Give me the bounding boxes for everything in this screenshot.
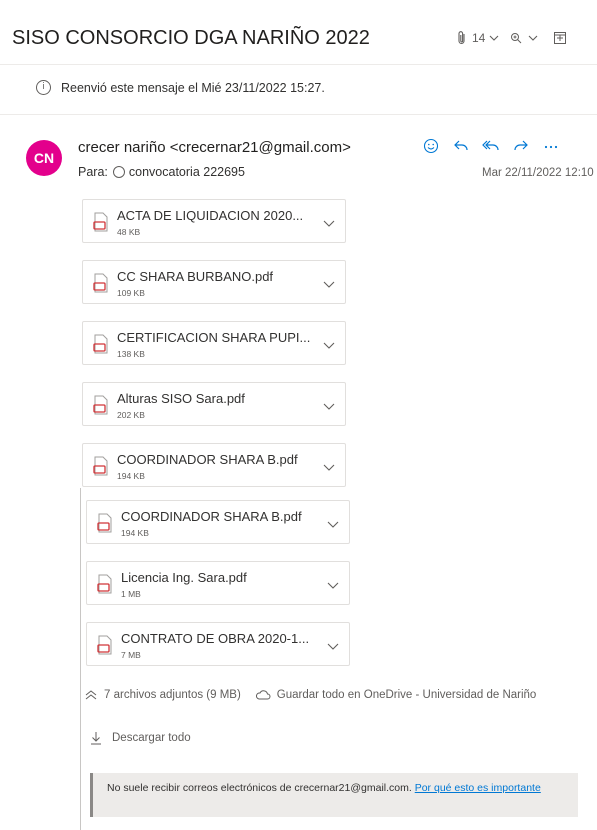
recipient[interactable]: convocatoria 222695 <box>129 165 245 179</box>
forward-button[interactable] <box>506 134 536 158</box>
why-important-link[interactable]: Por qué esto es importante <box>415 782 541 794</box>
attachments-summary: 7 archivos adjuntos (9 MB) Guardar todo … <box>84 689 536 701</box>
info-icon: i <box>36 80 51 95</box>
screenshot-seam <box>0 488 78 830</box>
presence-icon <box>112 166 125 178</box>
pdf-file-icon <box>97 635 112 655</box>
message-date: Mar 22/11/2022 12:10 <box>482 167 594 179</box>
email-subject: SISO CONSORCIO DGA NARIÑO 2022 <box>12 27 370 49</box>
forward-icon <box>514 140 528 151</box>
emoji-icon <box>423 138 439 154</box>
warning-text: No suele recibir correos electrónicos de… <box>107 782 412 794</box>
attachment-name: COORDINADOR SHARA B.pdf <box>121 509 302 524</box>
attachment-size: 109 KB <box>117 288 145 298</box>
zoom-button[interactable] <box>510 32 539 44</box>
attachment-name: COORDINADOR SHARA B.pdf <box>117 452 298 467</box>
chevron-down-icon <box>528 35 538 41</box>
pdf-file-icon <box>93 456 108 476</box>
attachment-name: Alturas SISO Sara.pdf <box>117 391 245 406</box>
forward-notice: i Reenvió este mensaje el Mié 23/11/2022… <box>36 80 325 95</box>
attachment-name: Licencia Ing. Sara.pdf <box>121 570 247 585</box>
attachment-card[interactable]: Licencia Ing. Sara.pdf 1 MB <box>86 561 350 605</box>
chevron-down-icon[interactable] <box>322 279 336 289</box>
attachment-card[interactable]: ACTA DE LIQUIDACION 2020... 48 KB <box>82 199 346 243</box>
reply-button[interactable] <box>446 134 476 158</box>
chevron-down-icon[interactable] <box>322 401 336 411</box>
save-to-onedrive-button[interactable]: Guardar todo en OneDrive - Universidad d… <box>255 689 537 701</box>
attachment-card[interactable]: CC SHARA BURBANO.pdf 109 KB <box>82 260 346 304</box>
sender-warning: No suele recibir correos electrónicos de… <box>90 773 578 817</box>
attachment-count: 14 <box>472 31 486 45</box>
attachment-size: 48 KB <box>117 227 141 237</box>
attachment-name: CC SHARA BURBANO.pdf <box>117 269 274 284</box>
chevron-down-icon[interactable] <box>322 462 336 472</box>
collapse-attachments-button[interactable]: 7 archivos adjuntos (9 MB) <box>84 689 241 701</box>
attachments-count-text: 7 archivos adjuntos (9 MB) <box>104 689 241 701</box>
chevron-down-icon[interactable] <box>326 580 340 590</box>
attachment-name: CERTIFICACION SHARA PUPI... <box>117 330 311 345</box>
notice-divider <box>0 114 597 115</box>
attachment-size: 194 KB <box>121 528 149 538</box>
open-in-new-window-button[interactable] <box>553 31 567 45</box>
pdf-file-icon <box>97 574 112 594</box>
download-all-text: Descargar todo <box>112 732 191 744</box>
attachment-size: 1 MB <box>121 589 141 599</box>
chevron-down-icon[interactable] <box>322 218 336 228</box>
zoom-icon <box>511 33 522 44</box>
attachment-size: 138 KB <box>117 349 145 359</box>
to-label: Para: <box>78 165 108 179</box>
chevron-down-icon[interactable] <box>322 340 336 350</box>
attachment-card[interactable]: COORDINADOR SHARA B.pdf 194 KB <box>86 500 350 544</box>
chevron-down-icon[interactable] <box>326 641 340 651</box>
sender[interactable]: crecer nariño <crecernar21@gmail.com> <box>78 139 351 156</box>
attachment-size: 202 KB <box>117 410 145 420</box>
save-to-onedrive-text: Guardar todo en OneDrive - Universidad d… <box>276 689 537 701</box>
download-all-button[interactable]: Descargar todo <box>90 731 191 745</box>
more-icon <box>544 145 558 149</box>
seam-line <box>80 488 81 830</box>
chevron-down-icon[interactable] <box>326 519 340 529</box>
react-button[interactable] <box>416 134 446 158</box>
pdf-file-icon <box>97 513 112 533</box>
pdf-file-icon <box>93 273 108 293</box>
chevron-double-up-icon <box>85 690 97 700</box>
reply-icon <box>454 140 468 151</box>
attachment-card[interactable]: Alturas SISO Sara.pdf 202 KB <box>82 382 346 426</box>
header-divider <box>0 64 597 65</box>
reply-all-button[interactable] <box>476 134 506 158</box>
attachment-card[interactable]: CERTIFICACION SHARA PUPI... 138 KB <box>82 321 346 365</box>
attachment-size: 194 KB <box>117 471 145 481</box>
avatar[interactable]: CN <box>26 140 62 176</box>
attachment-size: 7 MB <box>121 650 141 660</box>
message-actions <box>416 134 566 158</box>
attachments-toggle[interactable]: 14 <box>456 30 500 46</box>
download-icon <box>91 732 101 745</box>
reply-all-icon <box>482 140 499 151</box>
attachment-card[interactable]: COORDINADOR SHARA B.pdf 194 KB <box>82 443 346 487</box>
attachment-name: CONTRATO DE OBRA 2020-1... <box>121 631 310 646</box>
cloud-icon <box>255 690 271 700</box>
more-actions-button[interactable] <box>536 134 566 158</box>
pdf-file-icon <box>93 334 108 354</box>
open-window-icon <box>554 32 567 44</box>
pdf-file-icon <box>93 395 108 415</box>
attachment-name: ACTA DE LIQUIDACION 2020... <box>117 208 304 223</box>
chevron-down-icon <box>489 35 499 41</box>
forward-notice-text: Reenvió este mensaje el Mié 23/11/2022 1… <box>61 80 325 95</box>
recipients-line: Para: convocatoria 222695 <box>78 165 245 179</box>
pdf-file-icon <box>93 212 108 232</box>
header-tools: 14 <box>456 27 567 49</box>
attachment-card[interactable]: CONTRATO DE OBRA 2020-1... 7 MB <box>86 622 350 666</box>
paperclip-icon <box>458 31 465 45</box>
